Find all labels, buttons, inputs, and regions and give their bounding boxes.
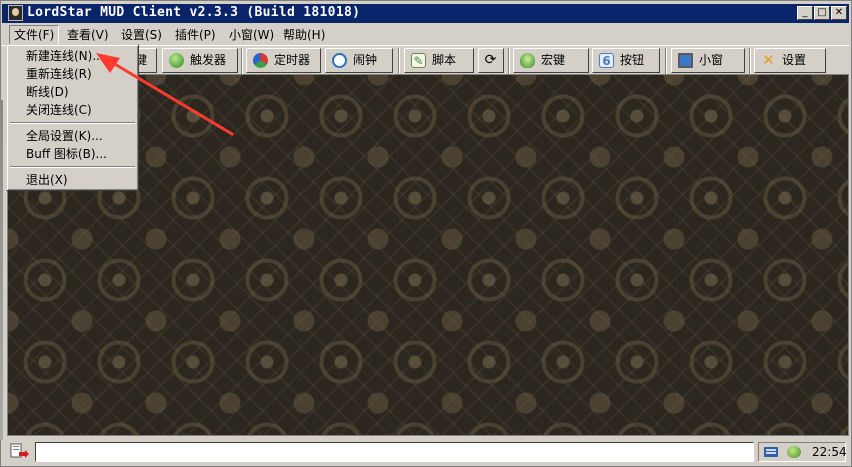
timer-button[interactable]: 定时器 xyxy=(246,48,321,73)
menu-separator xyxy=(10,122,135,124)
menu-bar: 文件(F) 查看(V) 设置(S) 插件(P) 小窗(W) 帮助(H) xyxy=(2,24,849,45)
status-tray: 22:54 xyxy=(758,442,847,462)
button-editor-label: 按钮 xyxy=(620,53,645,67)
background-window-edge xyxy=(0,100,3,440)
title-bar[interactable]: LordStar MUD Client v2.3.3 (Build 181018… xyxy=(2,4,849,23)
toolbar-separator xyxy=(749,48,751,74)
clock: 22:54 xyxy=(812,445,847,459)
menu-item-close-connection[interactable]: 关闭连线(C) xyxy=(10,101,135,119)
macro-button-label: 宏键 xyxy=(541,53,566,67)
settings-tools-icon: ✕ xyxy=(762,51,775,69)
alarm-button[interactable]: 闹钟 xyxy=(325,48,393,73)
menu-item-exit[interactable]: 退出(X) xyxy=(10,171,135,189)
menu-separator xyxy=(10,166,135,168)
menu-item-new-connection[interactable]: 新建连线(N)... xyxy=(10,47,135,65)
timer-icon xyxy=(253,53,268,68)
small-window-button[interactable]: 小窗 xyxy=(671,48,745,73)
menu-item-reconnect[interactable]: 重新连线(R) xyxy=(10,65,135,83)
command-input[interactable] xyxy=(35,442,754,462)
menu-item-disconnect[interactable]: 断线(D) xyxy=(10,83,135,101)
script-button-label: 脚本 xyxy=(432,53,457,67)
menu-item-buff-icons[interactable]: Buff 图标(B)... xyxy=(10,145,135,163)
trigger-button-label: 触发器 xyxy=(190,53,227,67)
script-button[interactable]: ✎ 脚本 xyxy=(404,48,474,73)
connection-status-icon[interactable] xyxy=(787,446,801,458)
trigger-button[interactable]: 触发器 xyxy=(162,48,238,73)
send-command-icon[interactable] xyxy=(10,443,30,460)
minimize-button[interactable]: _ xyxy=(797,6,813,20)
status-bar: 22:54 xyxy=(2,437,849,465)
keyboard-icon[interactable] xyxy=(764,447,778,457)
menu-view[interactable]: 查看(V) xyxy=(63,26,113,44)
window-title: LordStar MUD Client v2.3.3 (Build 181018… xyxy=(27,5,361,20)
menu-window[interactable]: 小窗(W) xyxy=(225,26,278,44)
app-icon[interactable] xyxy=(8,5,23,21)
toolbar-separator xyxy=(398,48,400,74)
alarm-icon xyxy=(332,53,347,68)
refresh-button[interactable]: ⟳ xyxy=(478,48,504,73)
refresh-icon: ⟳ xyxy=(484,52,497,68)
alarm-button-label: 闹钟 xyxy=(353,53,378,67)
menu-file[interactable]: 文件(F) xyxy=(9,25,60,45)
menu-item-global-settings[interactable]: 全局设置(K)... xyxy=(10,127,135,145)
button-editor-button[interactable]: 6 按钮 xyxy=(592,48,660,73)
small-window-label: 小窗 xyxy=(699,53,724,67)
settings-button-label: 设置 xyxy=(782,53,807,67)
timer-button-label: 定时器 xyxy=(274,53,311,67)
menu-help[interactable]: 帮助(H) xyxy=(279,26,329,44)
toolbar-separator xyxy=(241,48,243,74)
toolbar-separator xyxy=(508,48,510,74)
button-icon: 6 xyxy=(599,53,614,68)
macro-button[interactable]: 宏键 xyxy=(513,48,589,73)
file-menu-dropdown: 新建连线(N)... 重新连线(R) 断线(D) 关闭连线(C) 全局设置(K)… xyxy=(6,44,139,191)
menu-plugins[interactable]: 插件(P) xyxy=(171,26,220,44)
macro-icon xyxy=(520,53,535,68)
maximize-button[interactable]: □ xyxy=(814,6,830,20)
toolbar-separator xyxy=(665,48,667,74)
settings-button[interactable]: ✕ 设置 xyxy=(754,48,826,73)
monitor-icon xyxy=(678,53,693,68)
trigger-icon xyxy=(169,53,184,68)
menu-settings[interactable]: 设置(S) xyxy=(117,26,166,44)
script-icon: ✎ xyxy=(411,53,426,68)
close-button[interactable]: ✕ xyxy=(831,6,847,20)
